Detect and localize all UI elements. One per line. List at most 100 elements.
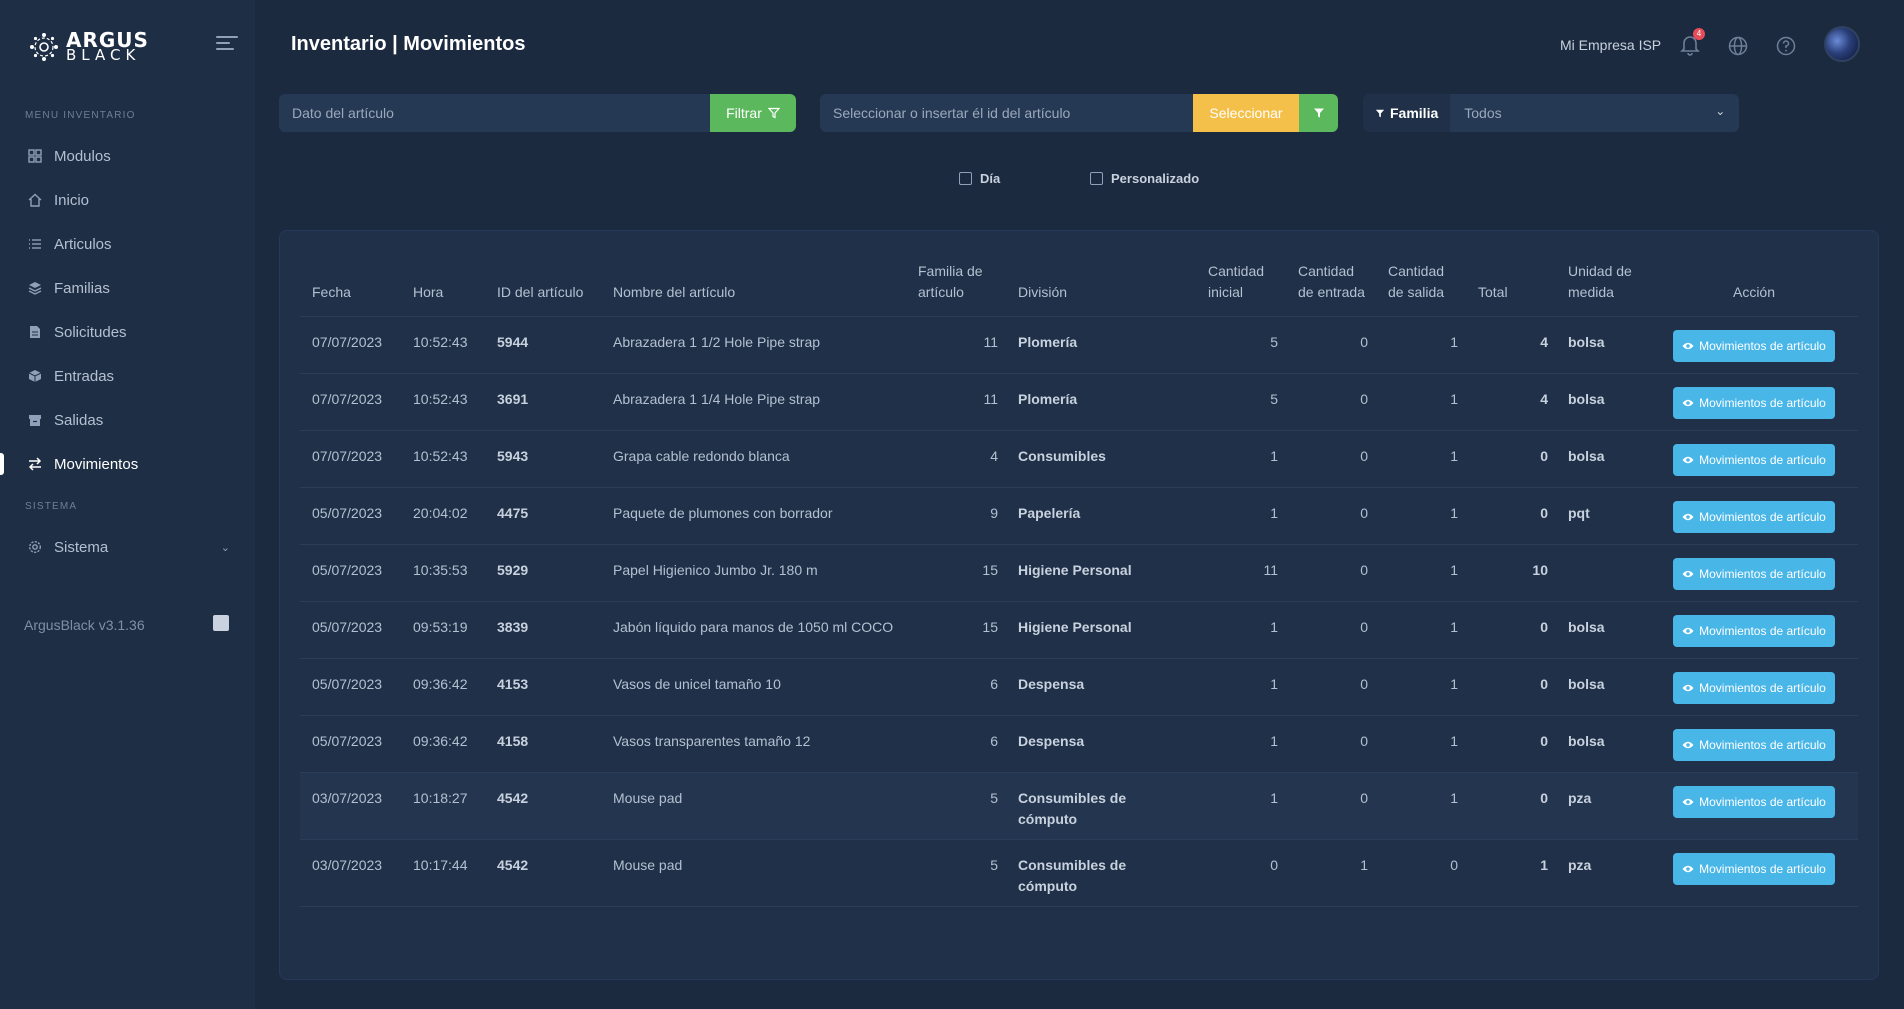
- cell-nombre: Mouse pad: [613, 790, 683, 806]
- movimientos-button[interactable]: Movimientos de artículo: [1673, 853, 1835, 885]
- help-icon[interactable]: [1776, 36, 1796, 56]
- gear-icon: [28, 540, 42, 554]
- checkbox-personalizado[interactable]: [1090, 172, 1103, 185]
- col-id[interactable]: ID del artículo: [485, 261, 601, 317]
- cell-unidad: pza: [1568, 790, 1592, 806]
- sidebar-item-entradas[interactable]: Entradas: [0, 358, 255, 394]
- cell-unidad: bolsa: [1568, 334, 1605, 350]
- col-unidad[interactable]: Unidad de medida: [1556, 261, 1646, 317]
- sidebar-item-label: Solicitudes: [54, 323, 127, 341]
- article-id-input[interactable]: [820, 94, 1193, 132]
- table-row[interactable]: 05/07/2023 09:36:42 4158 Vasos transparente…: [300, 715, 1858, 773]
- cell-division: Despensa: [1018, 676, 1085, 692]
- movimientos-button[interactable]: Movimientos de artículo: [1673, 501, 1835, 533]
- movimientos-button-label: Movimientos de artículo: [1699, 623, 1826, 638]
- sidebar-item-movimientos[interactable]: Movimientos: [0, 446, 255, 482]
- table-row[interactable]: 07/07/2023 10:52:43 3691 Abrazadera 1 1/4 H…: [300, 373, 1858, 431]
- eye-icon: [1682, 342, 1694, 350]
- cell-fecha: 05/07/2023: [312, 505, 383, 521]
- col-hora[interactable]: Hora: [401, 261, 485, 317]
- cell-fecha: 05/07/2023: [312, 562, 383, 578]
- archive-icon: [28, 413, 42, 427]
- col-nombre[interactable]: Nombre del artículo: [601, 261, 906, 317]
- movimientos-button[interactable]: Movimientos de artículo: [1673, 558, 1835, 590]
- page-title: Inventario | Movimientos: [291, 33, 526, 55]
- avatar[interactable]: [1824, 26, 1860, 62]
- movimientos-button[interactable]: Movimientos de artículo: [1673, 330, 1835, 362]
- col-fecha[interactable]: Fecha: [300, 261, 401, 317]
- movimientos-button[interactable]: Movimientos de artículo: [1673, 729, 1835, 761]
- movimientos-button[interactable]: Movimientos de artículo: [1673, 786, 1835, 818]
- table-row[interactable]: 07/07/2023 10:52:43 5943 Grapa cable redond…: [300, 430, 1858, 488]
- table-row[interactable]: 07/07/2023 10:52:43 5944 Abrazadera 1 1/2 H…: [300, 316, 1858, 374]
- cell-hora: 10:52:43: [413, 334, 468, 350]
- col-division[interactable]: División: [1006, 261, 1196, 317]
- cell-inicial: 1: [1270, 676, 1278, 692]
- col-inicial[interactable]: Cantidad inicial: [1196, 261, 1286, 317]
- cell-inicial: 1: [1270, 733, 1278, 749]
- cell-total: 0: [1540, 505, 1548, 521]
- check-dia[interactable]: Día: [959, 171, 1000, 186]
- cell-hora: 09:53:19: [413, 619, 468, 635]
- menu-toggle-icon[interactable]: [216, 36, 238, 54]
- col-entrada[interactable]: Cantidad de entrada: [1286, 261, 1376, 317]
- table-row[interactable]: 05/07/2023 09:36:42 4153 Vasos de unicel ta…: [300, 658, 1858, 716]
- cell-id: 5929: [497, 562, 529, 578]
- sidebar-item-articulos[interactable]: Articulos: [0, 226, 255, 262]
- movimientos-button[interactable]: Movimientos de artículo: [1673, 387, 1835, 419]
- cell-total: 0: [1540, 790, 1548, 806]
- table-row[interactable]: 03/07/2023 10:18:27 4542 Mouse pad 5 Consumib…: [300, 772, 1858, 840]
- id-card-icon[interactable]: [213, 615, 229, 631]
- movimientos-button[interactable]: Movimientos de artículo: [1673, 672, 1835, 704]
- movimientos-button[interactable]: Movimientos de artículo: [1673, 615, 1835, 647]
- eye-icon: [1682, 513, 1694, 521]
- filter-id-button[interactable]: [1299, 94, 1338, 132]
- cell-entrada: 0: [1360, 790, 1368, 806]
- select-button[interactable]: Seleccionar: [1193, 94, 1299, 132]
- checkbox-dia[interactable]: [959, 172, 972, 185]
- cell-salida: 1: [1450, 562, 1458, 578]
- table-row[interactable]: 05/07/2023 20:04:02 4475 Paquete de plumone…: [300, 487, 1858, 545]
- cell-fecha: 05/07/2023: [312, 619, 383, 635]
- cell-hora: 10:52:43: [413, 448, 468, 464]
- cell-fecha: 03/07/2023: [312, 857, 383, 873]
- table-row[interactable]: 03/07/2023 10:17:44 4542 Mouse pad 5 Consumib…: [300, 839, 1858, 907]
- app-logo[interactable]: ARGUS BLACK: [28, 30, 149, 63]
- movimientos-button[interactable]: Movimientos de artículo: [1673, 444, 1835, 476]
- col-familia[interactable]: Familia de artículo: [906, 261, 1006, 317]
- familia-select[interactable]: Todos ⌄: [1450, 94, 1740, 132]
- table-row[interactable]: 05/07/2023 09:53:19 3839 Jabón líquido para…: [300, 601, 1858, 659]
- col-total[interactable]: Total: [1466, 261, 1556, 317]
- check-personalizado[interactable]: Personalizado: [1090, 171, 1199, 186]
- cell-entrada: 1: [1360, 857, 1368, 873]
- filter-button[interactable]: Filtrar: [710, 94, 796, 132]
- cell-nombre: Mouse pad: [613, 857, 683, 873]
- cell-fecha: 07/07/2023: [312, 391, 383, 407]
- eye-icon: [1682, 627, 1694, 635]
- cell-id: 5944: [497, 334, 529, 350]
- sidebar-item-familias[interactable]: Familias: [0, 270, 255, 306]
- sidebar-item-solicitudes[interactable]: Solicitudes: [0, 314, 255, 350]
- table-row[interactable]: 05/07/2023 10:35:53 5929 Papel Higienico Ju…: [300, 544, 1858, 602]
- cell-nombre: Vasos transparentes tamaño 12: [613, 733, 811, 749]
- col-salida[interactable]: Cantidad de salida: [1376, 261, 1466, 317]
- globe-icon[interactable]: [1728, 36, 1748, 56]
- cell-unidad: bolsa: [1568, 448, 1605, 464]
- cell-entrada: 0: [1360, 676, 1368, 692]
- filter-button-label: Filtrar: [726, 105, 762, 121]
- company-name[interactable]: Mi Empresa ISP: [1560, 37, 1661, 53]
- sidebar-item-sistema[interactable]: Sistema ⌄: [0, 529, 255, 565]
- cell-hora: 09:36:42: [413, 676, 468, 692]
- sidebar-item-modulos[interactable]: Modulos: [0, 138, 255, 174]
- document-icon: [28, 325, 42, 339]
- cell-inicial: 11: [1263, 562, 1278, 578]
- sidebar-item-salidas[interactable]: Salidas: [0, 402, 255, 438]
- cell-entrada: 0: [1360, 562, 1368, 578]
- article-search-input[interactable]: [279, 94, 710, 132]
- eye-icon: [1682, 798, 1694, 806]
- sidebar-item-label: Entradas: [54, 367, 115, 385]
- cell-inicial: 0: [1270, 857, 1278, 873]
- sidebar-item-inicio[interactable]: Inicio: [0, 182, 255, 218]
- check-dia-label: Día: [980, 171, 1001, 186]
- cell-accion: Movimientos de artículo: [1646, 431, 1858, 488]
